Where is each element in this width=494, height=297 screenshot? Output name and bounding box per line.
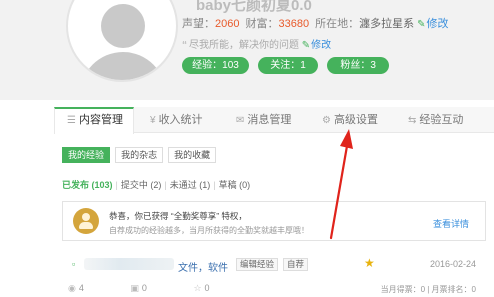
favorites-count: ☆ 0	[193, 283, 210, 293]
avatar-head-shape	[101, 4, 145, 48]
location-label: 所在地：	[315, 18, 360, 30]
divider: |	[213, 180, 216, 190]
tab-message-management[interactable]: ✉ 消息管理	[236, 107, 291, 133]
profile-stats: 声望：2060 财富：33680 所在地：瀍多拉星系 ✎修改	[182, 15, 449, 31]
yen-icon: ¥	[150, 115, 156, 126]
star-outline-icon: ☆	[193, 283, 202, 293]
filter-published[interactable]: 已发布 (103)	[62, 180, 113, 190]
reputation-label: 声望：	[182, 18, 215, 30]
following-pill[interactable]: 关注：1	[258, 57, 319, 74]
main-tabs: ☰ 内容管理 ¥ 收入统计 ✉ 消息管理 ⚙ 高级设置 ⇆ 经验互动	[54, 107, 494, 134]
filter-rejected[interactable]: 未通过 (1)	[170, 180, 211, 190]
mail-icon: ✉	[236, 115, 245, 126]
location-value: 瀍多拉星系	[359, 18, 415, 30]
edit-motto-link[interactable]: ✎修改	[302, 40, 331, 51]
pencil-icon: ✎	[301, 40, 311, 51]
vote-icon: ▣	[130, 283, 139, 293]
document-icon: ▫	[72, 259, 76, 269]
notice-title: 恭喜，你已获得 “全勤奖尊享” 特权，	[109, 211, 247, 221]
tab-experience-interaction[interactable]: ⇆ 经验互动	[408, 107, 463, 133]
item-title-link[interactable]: 文件，软件	[178, 259, 228, 274]
list-item: ▫ 文件，软件 编辑经验 自荐 ★★★ 2016-02-24	[62, 256, 494, 276]
views-count: ◉ 4	[68, 283, 84, 293]
wealth-value: 33680	[278, 18, 310, 30]
motto-text: 尽我所能，解决你的问题	[189, 40, 299, 51]
tab-income-stats[interactable]: ¥ 收入统计	[150, 107, 203, 133]
eye-icon: ◉	[68, 283, 76, 293]
avatar[interactable]	[66, 0, 178, 82]
profile-pills: 经验：103 关注：1 粉丝：3	[182, 57, 395, 74]
subtab-my-experience[interactable]: 我的经验	[62, 147, 111, 163]
filter-draft[interactable]: 草稿 (0)	[219, 180, 251, 190]
quote-icon: “	[182, 40, 187, 51]
profile-header: baby七颜初夏0.0 声望：2060 财富：33680 所在地：瀍多拉星系 ✎修改…	[0, 0, 494, 100]
swap-icon: ⇆	[408, 115, 417, 126]
votes-count: ▣ 0	[130, 283, 147, 293]
monthly-rank: 当月得票：0 | 月票排名：0	[380, 285, 476, 294]
reputation-value: 2060	[215, 18, 240, 30]
privilege-notice: 恭喜，你已获得 “全勤奖尊享” 特权， 自荐成功的经验越多，当月所获得的全勤奖就…	[62, 201, 486, 241]
filter-submitting[interactable]: 提交中 (2)	[121, 180, 162, 190]
subtab-my-magazine[interactable]: 我的杂志	[115, 147, 164, 163]
item-meta: ◉ 4 ▣ 0 ☆ 0	[68, 283, 254, 294]
divider: |	[115, 180, 118, 190]
view-details-link[interactable]: 查看详情	[433, 217, 469, 230]
experience-pill[interactable]: 经验：103	[182, 57, 249, 74]
divider: |	[164, 180, 167, 190]
item-date: 2016-02-24	[429, 259, 476, 269]
tab-content-management[interactable]: ☰ 内容管理	[54, 107, 134, 134]
self-recommend-button[interactable]: 自荐	[283, 258, 309, 271]
avatar-body-shape	[80, 52, 166, 80]
blurred-title-region	[84, 258, 174, 270]
edit-location-link[interactable]: ✎修改	[417, 18, 448, 30]
username: baby七颜初夏0.0	[196, 0, 312, 14]
sub-tabs: 我的经验 我的杂志 我的收藏	[62, 147, 218, 163]
tab-advanced-settings[interactable]: ⚙ 高级设置	[322, 107, 378, 133]
notice-subtitle: 自荐成功的经验越多，当月所获得的全勤奖就越丰厚哦！	[109, 226, 309, 235]
subtab-my-favorites[interactable]: 我的收藏	[168, 147, 217, 163]
gear-icon: ⚙	[322, 115, 331, 126]
pencil-icon: ✎	[417, 19, 426, 30]
list-icon: ☰	[67, 115, 76, 126]
fans-pill[interactable]: 粉丝：3	[327, 57, 390, 74]
profile-motto: “尽我所能，解决你的问题 ✎修改	[182, 36, 331, 51]
edit-experience-button[interactable]: 编辑经验	[236, 258, 279, 271]
trophy-icon	[73, 208, 99, 234]
status-filter: 已发布 (103) | 提交中 (2) | 未通过 (1) | 草稿 (0)	[62, 178, 250, 191]
wealth-label: 财富：	[245, 18, 279, 30]
